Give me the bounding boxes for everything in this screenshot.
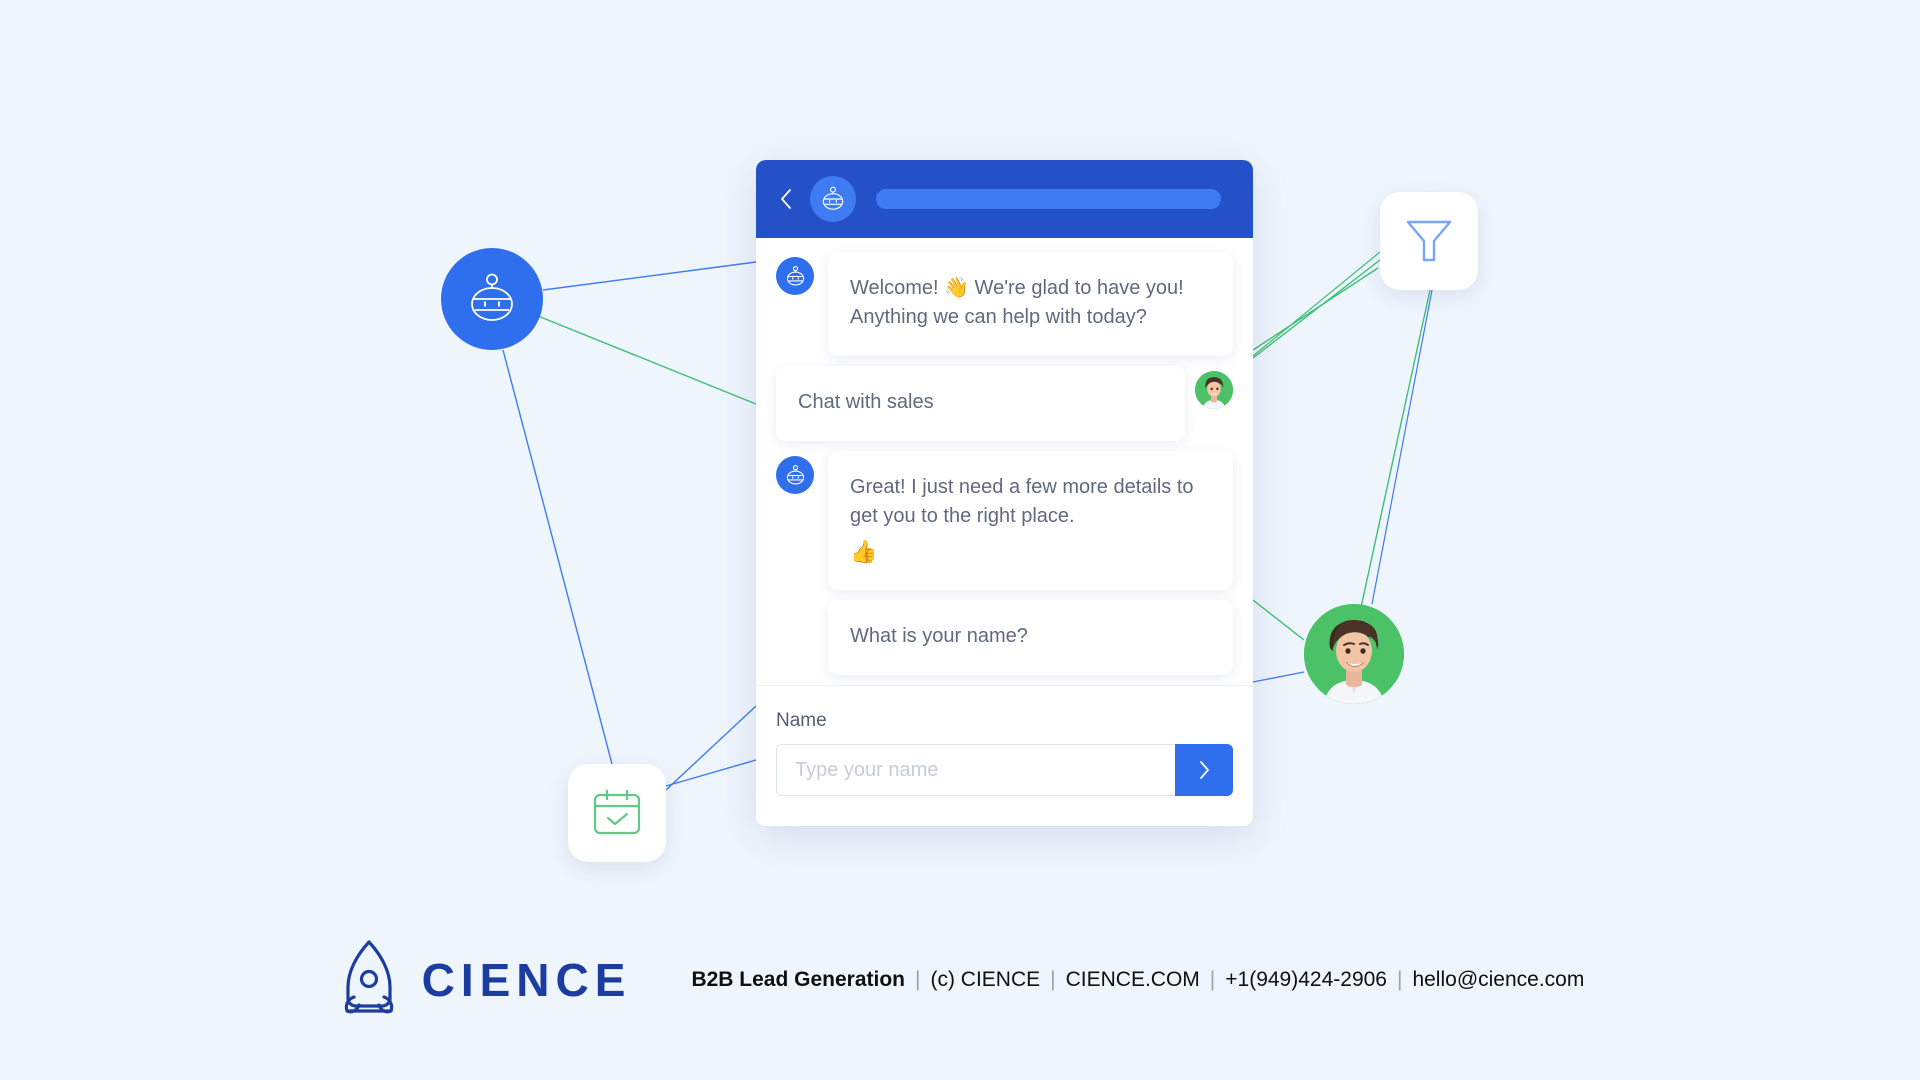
composer: Name <box>756 685 1253 826</box>
person-avatar-art <box>1195 371 1233 409</box>
robot-avatar-icon <box>471 273 513 321</box>
message-bubble[interactable]: Chat with sales <box>776 366 1185 441</box>
chevron-left-icon <box>781 189 791 209</box>
message-row-welcome: Welcome! 👋 We're glad to have you! Anyth… <box>776 252 1233 356</box>
page-footer: CIENCE B2B Lead Generation | (c) CIENCE … <box>0 920 1920 1040</box>
robot-avatar-icon <box>822 186 844 210</box>
composer-label: Name <box>776 710 827 731</box>
message-list: Welcome! 👋 We're glad to have you! Anyth… <box>756 238 1253 685</box>
robot-avatar-icon <box>786 464 804 485</box>
chevron-right-icon <box>1200 761 1209 779</box>
floating-person-avatar[interactable] <box>1304 604 1404 704</box>
bot-avatar <box>776 456 814 494</box>
calendar-check-icon <box>593 790 641 835</box>
widget-header <box>756 160 1253 238</box>
message-bubble: What is your name? <box>828 600 1233 675</box>
footer-separator: | <box>1050 968 1056 991</box>
header-title-placeholder <box>876 189 1221 209</box>
message-text: Great! I just need a few more details to… <box>850 476 1194 527</box>
bot-avatar <box>776 257 814 295</box>
message-row-ask-name: What is your name? <box>776 600 1233 675</box>
floating-filter-node[interactable] <box>1380 192 1478 290</box>
footer-info: B2B Lead Generation | (c) CIENCE | CIENC… <box>691 968 1584 992</box>
footer-separator: | <box>1396 968 1403 991</box>
robot-avatar-icon <box>786 265 804 286</box>
name-input[interactable] <box>776 744 1175 796</box>
footer-copyright: (c) CIENCE <box>930 968 1041 991</box>
footer-separator: | <box>915 968 921 991</box>
funnel-filter-icon <box>1406 220 1452 262</box>
floating-bot-node[interactable] <box>441 248 543 350</box>
footer-website[interactable]: CIENCE.COM <box>1066 968 1200 992</box>
message-row-details: Great! I just need a few more details to… <box>776 451 1233 590</box>
cience-rocket-logo <box>344 940 393 1014</box>
footer-email[interactable]: hello@cience.com <box>1412 968 1584 992</box>
chat-widget: Welcome! 👋 We're glad to have you! Anyth… <box>756 160 1253 826</box>
footer-phone[interactable]: +1(949)424-2906 <box>1225 968 1387 992</box>
brand-name: CIENCE <box>421 954 632 1006</box>
message-bubble: Welcome! 👋 We're glad to have you! Anyth… <box>828 252 1233 356</box>
back-button[interactable] <box>776 185 796 213</box>
composer-row <box>776 744 1233 796</box>
send-button[interactable] <box>1175 744 1233 796</box>
header-bot-avatar[interactable] <box>810 176 856 222</box>
footer-tagline: B2B Lead Generation <box>691 968 905 991</box>
message-emoji: 👍 <box>850 539 878 564</box>
floating-calendar-node[interactable] <box>568 764 666 862</box>
footer-separator: | <box>1209 968 1216 991</box>
user-avatar <box>1195 371 1233 409</box>
scene-canvas: Welcome! 👋 We're glad to have you! Anyth… <box>0 0 1920 1080</box>
brand-lockup: CIENCE <box>336 939 632 1021</box>
message-bubble: Great! I just need a few more details to… <box>828 451 1233 590</box>
person-avatar-art <box>1304 604 1404 704</box>
message-row-user-choice: Chat with sales <box>776 366 1233 441</box>
